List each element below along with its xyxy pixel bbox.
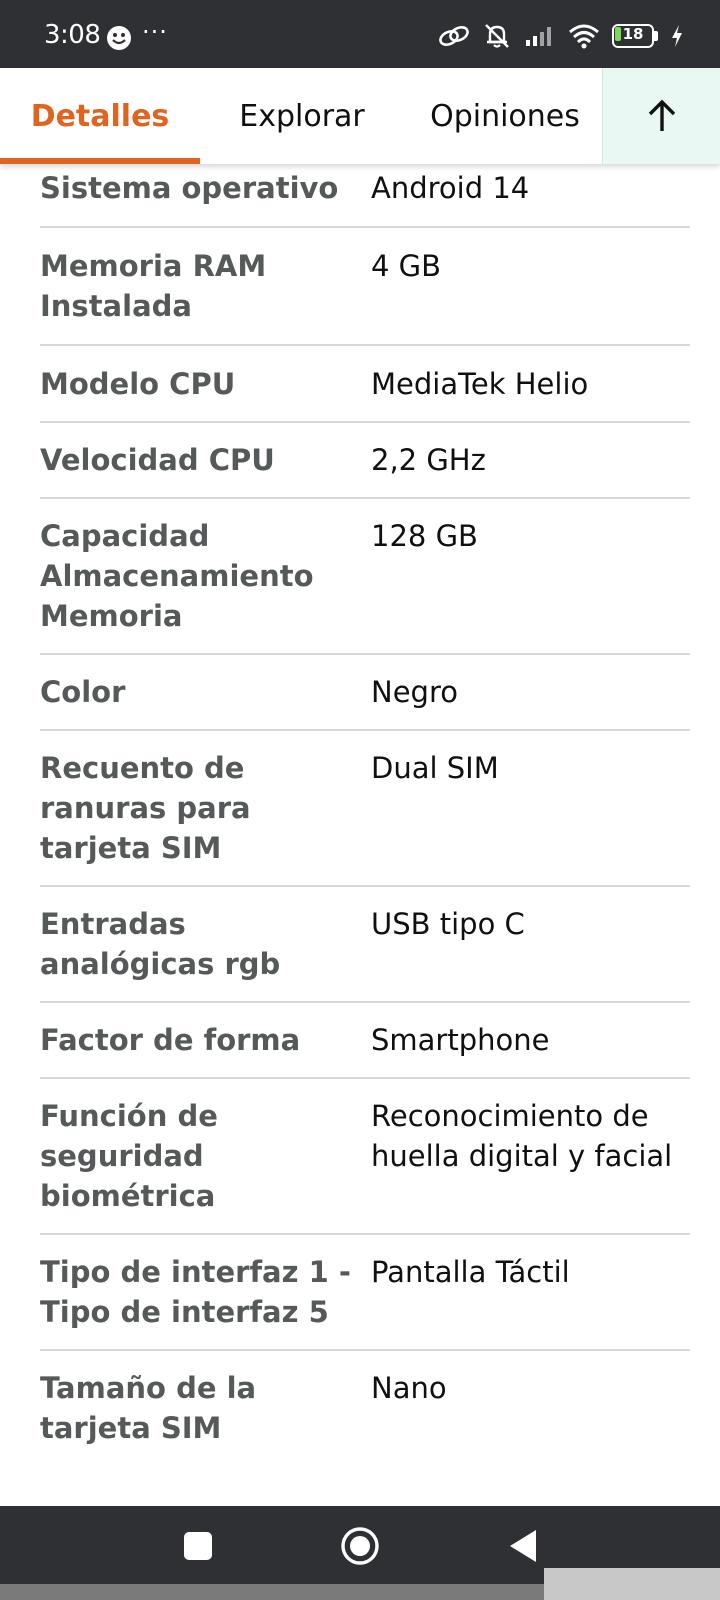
active-tab-indicator: [0, 158, 200, 164]
tab-opiniones-label: Opiniones: [430, 98, 580, 134]
status-time: 3:08: [44, 20, 101, 50]
nav-bar-right-strip: [544, 1568, 720, 1584]
spec-value: Reconocimiento de huella digital y facia…: [371, 1099, 673, 1173]
spec-label: Entradas analógicas rgb: [40, 907, 281, 981]
charging-bolt-icon: [672, 25, 682, 47]
link-icon: [439, 26, 469, 46]
spec-row: Capacidad Almacenamiento Memoria 128 GB: [40, 499, 690, 655]
spec-label: Color: [40, 675, 126, 709]
spec-table: Sistema operativo Android 14 Memoria RAM I…: [40, 162, 690, 1465]
battery-icon: 18: [612, 24, 658, 48]
back-button[interactable]: [502, 1524, 546, 1568]
home-button[interactable]: [338, 1524, 382, 1568]
spec-label: Sistema operativo: [40, 171, 339, 205]
spec-row: Memoria RAM Instalada 4 GB: [40, 228, 690, 346]
spec-row: Entradas analógicas rgb USB tipo C: [40, 887, 690, 1003]
spec-label: Tipo de interfaz 1 - Tipo de interfaz 5: [40, 1255, 351, 1329]
spec-row: Tamaño de la tarjeta SIM Nano: [40, 1351, 690, 1465]
spec-row: Función de seguridad biométrica Reconocim…: [40, 1079, 690, 1235]
spec-row: Tipo de interfaz 1 - Tipo de interfaz 5 P…: [40, 1235, 690, 1351]
spec-label: Tamaño de la tarjeta SIM: [40, 1371, 257, 1445]
spec-value: 128 GB: [371, 519, 478, 553]
status-bar: 3:08 ··· 18: [0, 0, 720, 68]
spec-label: Factor de forma: [40, 1023, 301, 1057]
home-circle-icon: [341, 1527, 379, 1565]
recents-square-icon: [184, 1532, 212, 1560]
tab-detalles-label: Detalles: [30, 98, 170, 134]
tab-detalles[interactable]: Detalles: [0, 68, 200, 164]
notification-more-dots: ···: [142, 18, 168, 46]
spec-value: Dual SIM: [371, 751, 499, 785]
spec-label: Velocidad CPU: [40, 443, 275, 477]
spec-value: Pantalla Táctil: [371, 1255, 570, 1289]
spec-row: Recuento de ranuras para tarjeta SIM Dual…: [40, 731, 690, 887]
spec-value: Negro: [371, 675, 458, 709]
spec-label: Modelo CPU: [40, 367, 236, 401]
spec-row: Sistema operativo Android 14: [40, 162, 690, 228]
spec-row: Modelo CPU MediaTek Helio: [40, 346, 690, 423]
tab-bar: Detalles Explorar Opiniones: [0, 68, 720, 164]
recents-button[interactable]: [176, 1524, 220, 1568]
back-triangle-icon: [510, 1530, 536, 1562]
nav-bar: [0, 1506, 720, 1584]
battery-level: 18: [622, 25, 644, 43]
tab-explorar[interactable]: Explorar: [214, 68, 390, 164]
spec-value: USB tipo C: [371, 907, 525, 941]
arrow-up-icon: [648, 99, 675, 131]
tab-opiniones[interactable]: Opiniones: [410, 68, 600, 164]
scroll-to-top-button[interactable]: [602, 68, 720, 164]
spec-value: Android 14: [371, 171, 530, 205]
spec-label: Recuento de ranuras para tarjeta SIM: [40, 751, 251, 865]
signal-icon: [526, 27, 551, 46]
spec-value: Nano: [371, 1371, 447, 1405]
spec-value: Smartphone: [371, 1023, 550, 1057]
spec-label: Función de seguridad biométrica: [40, 1099, 218, 1213]
bell-muted-icon: [485, 24, 509, 48]
bottom-strip-dark: [0, 1584, 544, 1600]
spec-value: 4 GB: [371, 249, 442, 283]
spec-label: Capacidad Almacenamiento Memoria: [40, 519, 314, 633]
spec-row: Factor de forma Smartphone: [40, 1003, 690, 1079]
wifi-icon: [569, 24, 599, 49]
bottom-strip: [0, 1584, 720, 1600]
spec-row: Color Negro: [40, 655, 690, 731]
spec-label: Memoria RAM Instalada: [40, 249, 267, 323]
spec-row: Velocidad CPU 2,2 GHz: [40, 423, 690, 499]
status-icons: 18: [438, 22, 684, 50]
tab-explorar-label: Explorar: [239, 98, 365, 134]
spec-value: MediaTek Helio: [371, 367, 589, 401]
smiley-face-icon: [107, 26, 131, 50]
spec-value: 2,2 GHz: [371, 443, 486, 477]
